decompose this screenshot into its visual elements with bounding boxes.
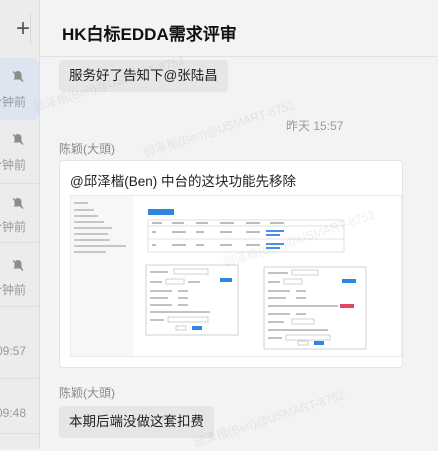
conversation-list: + 分钟前 分钟前 分钟前 分钟前 09:57 09:48 bbox=[0, 0, 40, 449]
chat-panel: HK白标EDDA需求评审 服务好了告知下@张陆昌 昨天 15:57 陈颖(大頭)… bbox=[32, 0, 438, 451]
conversation-item[interactable]: 分钟前 bbox=[0, 186, 39, 242]
conversation-item[interactable]: 分钟前 bbox=[0, 58, 39, 120]
conversation-item[interactable]: 分钟前 bbox=[0, 122, 39, 182]
conversation-time: 09:48 bbox=[0, 406, 26, 420]
sender-name[interactable]: 陈颖(大頭) bbox=[59, 140, 115, 157]
divider bbox=[0, 306, 39, 307]
divider bbox=[0, 433, 39, 434]
conversation-item[interactable]: 09:57 bbox=[0, 310, 39, 380]
add-button[interactable]: + bbox=[0, 14, 31, 44]
divider bbox=[0, 183, 39, 184]
watermark: 邱泽楷(Ben)@USMART-8752 bbox=[141, 97, 297, 161]
conversation-time: 分钟前 bbox=[0, 95, 26, 109]
message-text: @邱泽楷(Ben) 中台的这块功能先移除 bbox=[70, 174, 296, 189]
mute-bell-icon bbox=[12, 198, 24, 209]
message-bubble[interactable]: 服务好了告知下@张陆昌 bbox=[59, 60, 228, 92]
conversation-time: 09:57 bbox=[0, 344, 26, 358]
conversation-time: 分钟前 bbox=[0, 220, 26, 234]
conversation-time: 分钟前 bbox=[0, 283, 26, 297]
divider bbox=[0, 242, 39, 243]
message-card[interactable]: @邱泽楷(Ben) 中台的这块功能先移除 bbox=[59, 160, 403, 368]
page-title: HK白标EDDA需求评审 bbox=[62, 25, 237, 44]
message-bubble[interactable]: 本期后端没做这套扣费 bbox=[59, 406, 214, 438]
time-separator: 昨天 15:57 bbox=[286, 119, 344, 133]
mute-bell-icon bbox=[12, 260, 24, 271]
conversation-item[interactable]: 分钟前 bbox=[0, 245, 39, 305]
divider bbox=[0, 378, 39, 379]
sender-name[interactable]: 陈颖(大頭) bbox=[59, 384, 115, 401]
conversation-item[interactable]: 09:48 bbox=[0, 382, 39, 449]
conversation-time: 分钟前 bbox=[0, 158, 26, 172]
chat-header: HK白标EDDA需求评审 bbox=[40, 0, 438, 57]
attached-screenshot-image[interactable] bbox=[70, 195, 402, 357]
watermark: 邱泽楷(Ben)@USMART-8752 bbox=[191, 387, 347, 451]
mute-bell-icon bbox=[12, 71, 24, 82]
mute-bell-icon bbox=[12, 134, 24, 145]
